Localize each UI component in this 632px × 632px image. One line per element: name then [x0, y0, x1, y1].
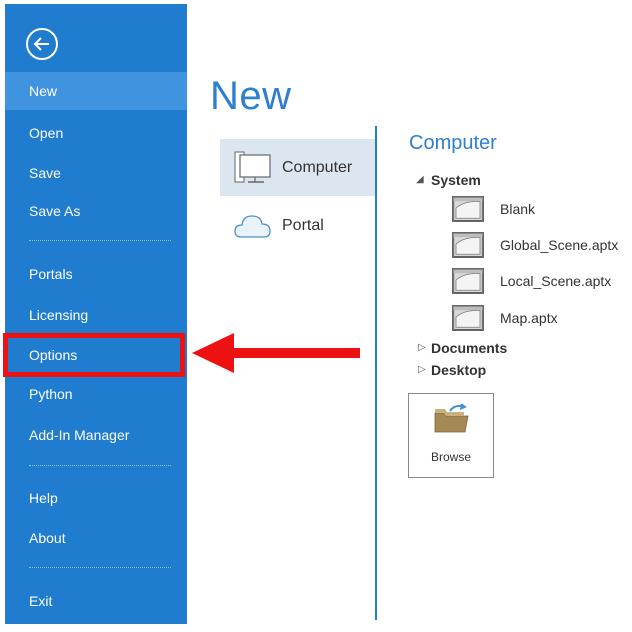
- file-item[interactable]: Map.aptx: [452, 305, 622, 333]
- map-template-icon: [452, 196, 484, 222]
- backstage-sidebar: New Open Save Save As Portals Licensing …: [5, 4, 187, 624]
- map-template-icon: [452, 305, 484, 331]
- file-name: Blank: [500, 201, 536, 217]
- map-template-icon: [452, 232, 484, 258]
- collapse-icon[interactable]: ▷: [418, 364, 426, 375]
- nav-portals[interactable]: Portals: [5, 255, 187, 293]
- options-highlight-box: [3, 333, 185, 377]
- file-item[interactable]: Local_Scene.aptx: [452, 268, 622, 296]
- file-item[interactable]: Global_Scene.aptx: [452, 232, 622, 260]
- nav-save[interactable]: Save: [5, 154, 187, 192]
- nav-separator: [29, 240, 171, 241]
- computer-heading: Computer: [409, 132, 497, 154]
- collapse-icon[interactable]: ▷: [418, 342, 426, 353]
- red-arrow-icon: [192, 333, 360, 373]
- map-template-icon: [452, 268, 484, 294]
- nav-about[interactable]: About: [5, 519, 187, 557]
- expand-icon[interactable]: ◢: [416, 174, 424, 185]
- computer-icon: [234, 151, 271, 183]
- nav-open[interactable]: Open: [5, 114, 187, 152]
- cloud-icon: [234, 215, 271, 238]
- file-name: Global_Scene.aptx: [500, 237, 619, 253]
- file-item[interactable]: Blank: [452, 196, 622, 224]
- nav-save-as[interactable]: Save As: [5, 192, 187, 230]
- browse-label: Browse: [430, 450, 471, 464]
- file-name: Local_Scene.aptx: [500, 273, 612, 289]
- tree-system[interactable]: System: [431, 172, 481, 188]
- back-arrow-icon: [33, 37, 49, 51]
- location-portal-label: Portal: [282, 217, 324, 234]
- nav-new[interactable]: New: [5, 72, 187, 110]
- location-computer[interactable]: Computer: [220, 139, 375, 196]
- nav-separator: [29, 465, 171, 466]
- nav-python[interactable]: Python: [5, 375, 187, 413]
- nav-help[interactable]: Help: [5, 479, 187, 517]
- file-name: Map.aptx: [500, 310, 558, 326]
- page-title: New: [210, 74, 292, 118]
- nav-exit[interactable]: Exit: [5, 582, 187, 620]
- nav-add-in-manager[interactable]: Add-In Manager: [5, 416, 187, 454]
- location-portal[interactable]: Portal: [220, 197, 375, 254]
- location-computer-label: Computer: [282, 159, 353, 176]
- browse-button[interactable]: Browse: [408, 393, 494, 478]
- tree-documents[interactable]: Documents: [431, 340, 507, 356]
- folder-icon: [434, 404, 469, 433]
- nav-licensing[interactable]: Licensing: [5, 296, 187, 334]
- tree-desktop[interactable]: Desktop: [431, 362, 486, 378]
- nav-separator: [29, 567, 171, 568]
- pane-divider: [375, 126, 377, 620]
- back-button[interactable]: [26, 28, 58, 60]
